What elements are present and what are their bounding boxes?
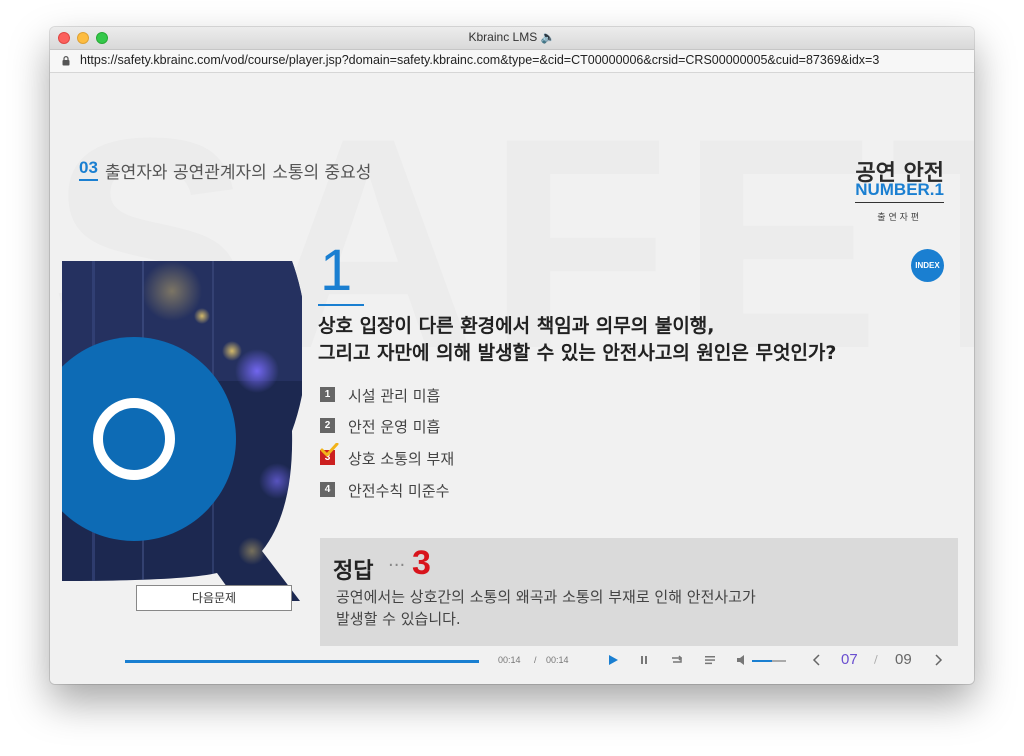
answer-explanation: 공연에서는 상호간의 소통의 왜곡과 소통의 부재로 인해 안전사고가 발생할 …: [336, 586, 936, 630]
option-label: 안전수칙 미준수: [348, 482, 450, 500]
prev-page-icon[interactable]: [809, 653, 825, 667]
checkmark-icon: [320, 443, 339, 457]
answer-line-2: 발생할 수 있습니다.: [336, 610, 461, 628]
index-button[interactable]: INDEX: [911, 249, 944, 282]
section-title: 출연자와 공연관계자의 소통의 중요성: [105, 163, 372, 183]
option-number-box: 1: [320, 387, 335, 402]
brand-caption: 출 연 자 편: [877, 213, 919, 223]
page-separator: /: [874, 653, 878, 666]
menu-list-icon[interactable]: [702, 653, 718, 667]
option-label: 시설 관리 미흡: [348, 387, 441, 405]
repeat-icon[interactable]: [669, 653, 685, 667]
section-number: 03: [79, 158, 98, 181]
option-number-box: 4: [320, 482, 335, 497]
option-number-box: 2: [320, 418, 335, 433]
answer-dots: ···: [388, 555, 406, 576]
pause-icon[interactable]: [636, 653, 652, 667]
window-title: Kbrainc LMS 🔈: [468, 30, 556, 44]
next-page-icon[interactable]: [930, 653, 946, 667]
question-line-2: 그리고 자만에 의해 발생할 수 있는 안전사고의 원인은 무엇인가?: [318, 342, 837, 364]
brand-subtitle: NUMBER.1: [855, 180, 944, 203]
volume-fill: [752, 660, 773, 662]
next-question-button[interactable]: 다음문제: [136, 585, 292, 611]
progress-fill: [125, 660, 479, 663]
question-line-1: 상호 입장이 다른 환경에서 책임과 의무의 불이행,: [318, 315, 715, 337]
title-bar: Kbrainc LMS 🔈: [50, 27, 974, 50]
option-label: 상호 소통의 부재: [348, 450, 455, 468]
question-text: 상호 입장이 다른 환경에서 책임과 의무의 불이행, 그리고 자만에 의해 발…: [318, 313, 836, 367]
q-logo-graphic: [62, 261, 302, 601]
lock-icon: [62, 56, 70, 66]
player-content: SAFETY 03 출연자와 공연관계자의 소통의 중요성 공연 안전 NUMB…: [50, 73, 974, 684]
question-number: 1: [320, 238, 353, 303]
question-number-underline: [318, 304, 364, 306]
volume-icon[interactable]: [734, 653, 750, 667]
page-current: 07: [841, 651, 858, 668]
play-icon[interactable]: [605, 653, 621, 667]
answer-label: 정답: [333, 559, 374, 584]
time-separator: /: [534, 655, 537, 665]
page-total: 09: [895, 651, 912, 668]
volume-slider[interactable]: [752, 660, 786, 662]
browser-window: Kbrainc LMS 🔈 https://safety.kbrainc.com…: [50, 27, 974, 684]
option-label: 안전 운영 미흡: [348, 418, 441, 436]
address-bar[interactable]: https://safety.kbrainc.com/vod/course/pl…: [50, 50, 974, 73]
url-text: https://safety.kbrainc.com/vod/course/pl…: [80, 53, 880, 67]
answer-number: 3: [412, 544, 431, 582]
answer-line-1: 공연에서는 상호간의 소통의 왜곡과 소통의 부재로 인해 안전사고가: [336, 588, 756, 606]
progress-bar[interactable]: [125, 660, 479, 663]
time-total: 00:14: [546, 655, 569, 665]
time-current: 00:14: [498, 655, 521, 665]
answer-box: 정답 ··· 3 공연에서는 상호간의 소통의 왜곡과 소통의 부재로 인해 안…: [320, 538, 958, 646]
